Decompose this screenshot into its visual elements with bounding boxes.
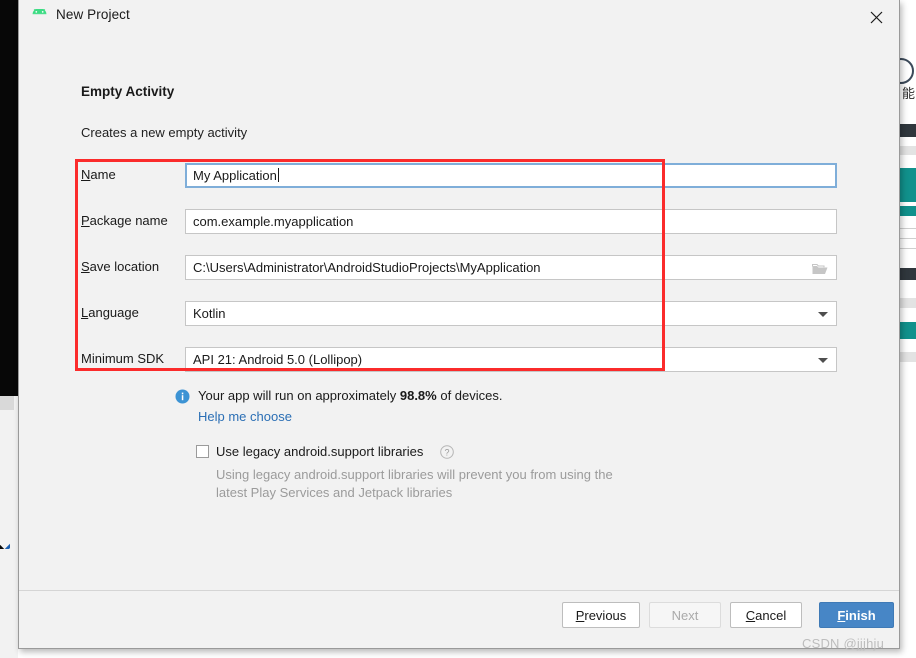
save-location-input[interactable]: C:\Users\Administrator\AndroidStudioProj… [185,255,837,280]
dialog-title: New Project [56,7,130,22]
question-mark-icon[interactable]: ? [440,445,454,459]
form-row-package-name: Package name com.example.myapplication [81,209,837,234]
language-select-value: Kotlin [193,306,226,321]
name-input-value: My Application [193,168,279,183]
background-left-dark-panel [0,0,18,396]
background-left-marker-icon [0,533,10,549]
dialog-titlebar: New Project [19,0,899,32]
svg-text:?: ? [444,447,449,457]
background-left-light-panel [0,396,18,658]
android-robot-icon [31,7,48,22]
package-name-input[interactable]: com.example.myapplication [185,209,837,234]
dialog-content: Empty Activity Creates a new empty activ… [19,32,899,592]
dialog-footer: Previous Next Cancel Finish [19,591,899,648]
cancel-button[interactable]: Cancel [730,602,802,628]
next-button: Next [649,602,721,628]
screen: 能 New Project Empty Activity Creates a n… [0,0,916,658]
finish-button[interactable]: Finish [819,602,894,628]
form-row-save-location: Save location C:\Users\Administrator\And… [81,255,837,280]
chevron-down-icon[interactable] [818,358,828,363]
text-caret [277,168,279,182]
name-input[interactable]: My Application [185,163,837,188]
label-minimum-sdk: Minimum SDK [81,351,165,366]
use-legacy-libraries-description: Using legacy android.support libraries w… [216,467,613,500]
label-language: Language [81,305,139,320]
label-package-name: Package name [81,213,168,228]
minimum-sdk-select[interactable]: API 21: Android 5.0 (Lollipop) [185,347,837,372]
page-title: Empty Activity [81,84,175,99]
language-select[interactable]: Kotlin [185,301,837,326]
info-icon [175,389,190,404]
background-left-tab [0,396,14,410]
use-legacy-libraries-label[interactable]: Use legacy android.support libraries [216,444,423,459]
package-name-input-value: com.example.myapplication [193,214,354,229]
form-row-name: Name My Application [81,163,837,188]
close-icon[interactable] [854,0,899,32]
form-row-language: Language Kotlin [81,301,837,326]
form-row-minimum-sdk: Minimum SDK API 21: Android 5.0 (Lollipo… [81,347,837,372]
label-name: Name [81,167,116,182]
page-description: Creates a new empty activity [81,125,248,140]
use-legacy-libraries-checkbox[interactable] [196,445,209,458]
folder-icon[interactable] [811,262,828,274]
new-project-dialog: New Project Empty Activity Creates a new… [18,0,900,649]
background-cjk-text: 能 [901,87,915,102]
chevron-down-icon[interactable] [818,312,828,317]
help-me-choose-link[interactable]: Help me choose [175,409,292,424]
save-location-input-value: C:\Users\Administrator\AndroidStudioProj… [193,260,541,275]
minimum-sdk-select-value: API 21: Android 5.0 (Lollipop) [193,352,363,367]
previous-button[interactable]: Previous [562,602,640,628]
label-save-location: Save location [81,259,160,274]
device-coverage-text: Your app will run on approximately 98.8%… [198,388,503,403]
